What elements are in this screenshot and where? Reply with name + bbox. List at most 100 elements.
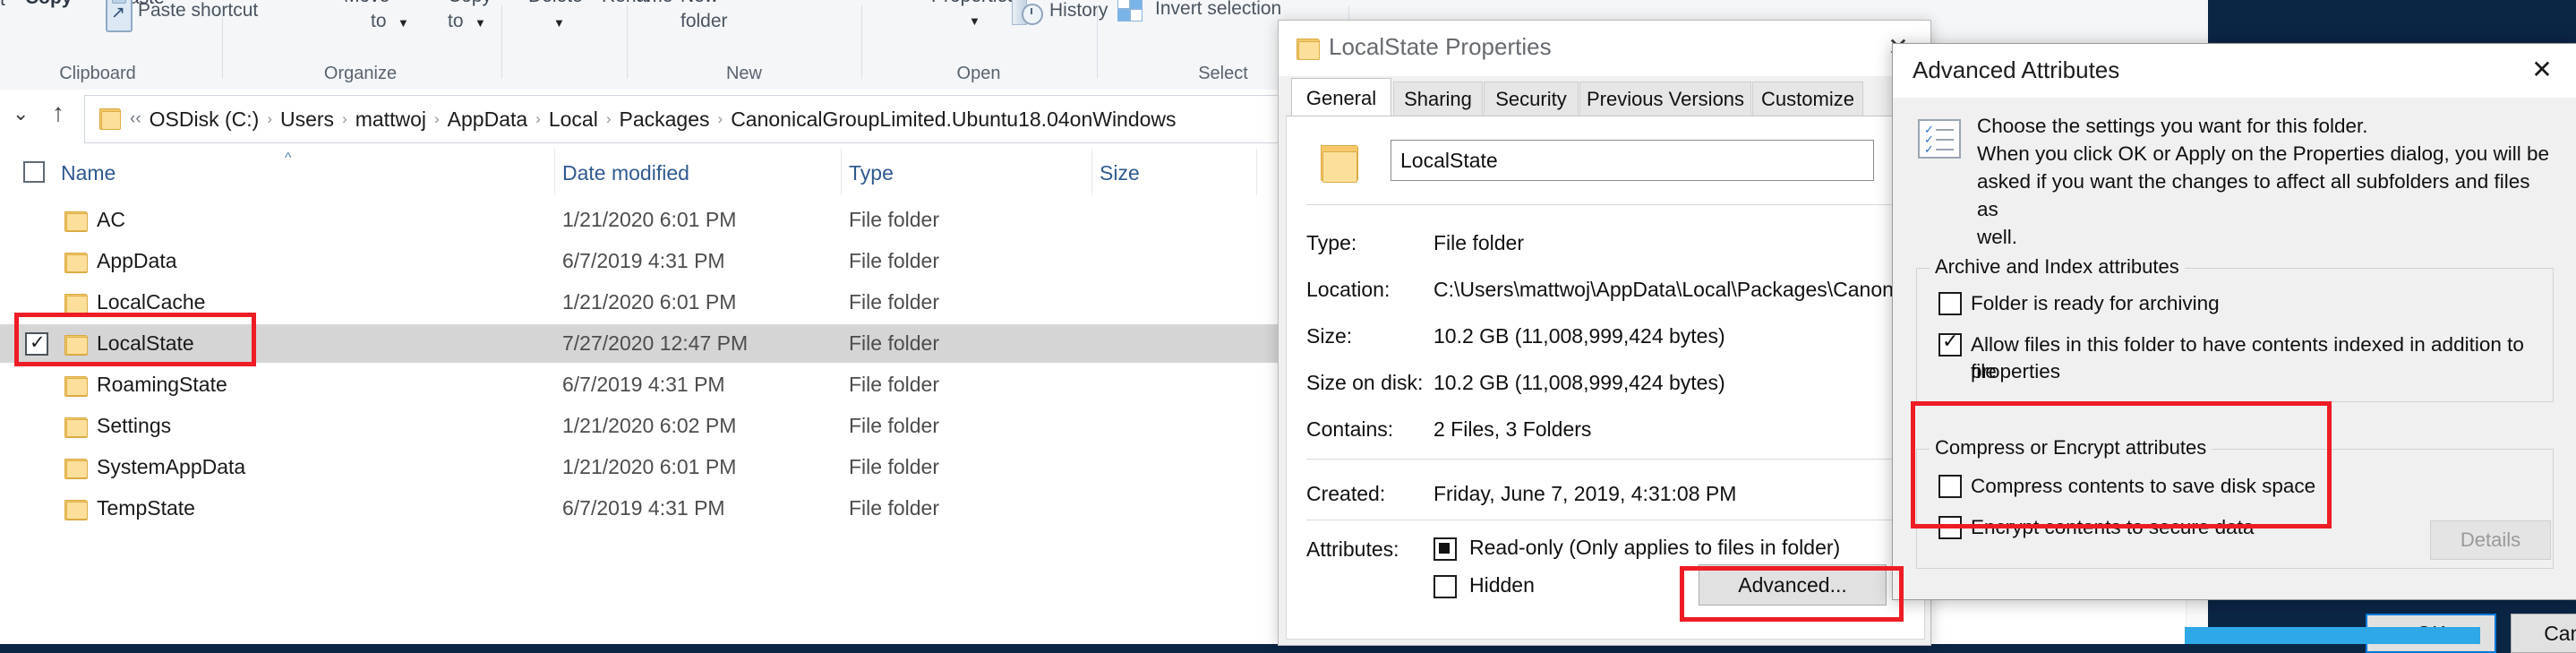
- breadcrumb-sep-1[interactable]: ›: [342, 110, 347, 128]
- folder-icon: [64, 374, 89, 397]
- delete-chevron-down-icon[interactable]: ▼: [553, 16, 565, 30]
- archive-checkbox-label: Folder is ready for archiving: [1971, 292, 2220, 314]
- new-folder-button-line2[interactable]: folder: [680, 11, 728, 32]
- compress-checkbox-label: Compress contents to save disk space: [1971, 475, 2316, 497]
- breadcrumb-item-3[interactable]: AppData: [448, 107, 528, 132]
- breadcrumb-item-5[interactable]: Packages: [620, 107, 710, 132]
- column-header-name[interactable]: Name: [0, 149, 555, 195]
- attributes-label: Attributes:: [1306, 537, 1399, 561]
- hidden-checkbox[interactable]: [1433, 575, 1457, 598]
- property-value-contains: 2 Files, 3 Folders: [1433, 417, 1592, 441]
- tab-security[interactable]: Security: [1484, 82, 1579, 117]
- cut-button[interactable]: t: [0, 0, 5, 11]
- properties-dialog-title: LocalState Properties: [1329, 33, 1552, 60]
- file-name: TempState: [97, 496, 195, 520]
- file-date-modified: 6/7/2019 4:31 PM: [562, 373, 725, 396]
- tab-previous-versions[interactable]: Previous Versions: [1579, 82, 1751, 117]
- advanced-button[interactable]: Advanced...: [1699, 564, 1887, 606]
- file-name: AC: [97, 208, 125, 231]
- file-date-modified: 1/21/2020 6:01 PM: [562, 208, 737, 231]
- breadcrumb-sep-0[interactable]: ›: [267, 110, 272, 128]
- archive-index-group-title: Archive and Index attributes: [1930, 255, 2185, 279]
- paste-shortcut-icon: [106, 0, 133, 32]
- column-header-date[interactable]: Date modified: [555, 149, 842, 195]
- property-value-size: 10.2 GB (11,008,999,424 bytes): [1433, 324, 1725, 348]
- file-date-modified: 6/7/2019 4:31 PM: [562, 496, 725, 520]
- history-icon[interactable]: [1012, 0, 1043, 25]
- advanced-description-line4: well.: [1977, 226, 2018, 248]
- breadcrumb-sep-4[interactable]: ›: [606, 110, 612, 128]
- property-row-type: Type: File folder: [1306, 231, 1899, 258]
- file-date-modified: 7/27/2020 12:47 PM: [562, 331, 749, 355]
- move-to-chevron-down-icon[interactable]: ▼: [398, 16, 409, 30]
- breadcrumb-sep-2[interactable]: ›: [434, 110, 440, 128]
- properties-general-panel: LocalState Type: File folder Location: C…: [1286, 116, 1925, 640]
- property-value-created: Friday, June 7, 2019, 4:31:08 PM: [1433, 482, 1737, 505]
- file-type: File folder: [849, 290, 939, 314]
- tab-security-label: Security: [1495, 88, 1567, 110]
- breadcrumb-overflow-icon[interactable]: ‹‹: [130, 109, 141, 129]
- breadcrumb-item-2[interactable]: mattwoj: [355, 107, 426, 132]
- tab-general[interactable]: General: [1291, 78, 1391, 119]
- file-type: File folder: [849, 496, 939, 520]
- up-one-level-icon[interactable]: ↑: [52, 99, 64, 127]
- copy-to-chevron-down-icon[interactable]: ▼: [475, 16, 486, 30]
- new-item-button[interactable]: N: [638, 0, 651, 7]
- breadcrumb-sep-3[interactable]: ›: [535, 110, 541, 128]
- index-checkbox[interactable]: [1938, 330, 1962, 357]
- property-value-location: C:\Users\mattwoj\AppData\Local\Packages\…: [1433, 278, 1899, 301]
- file-type: File folder: [849, 455, 939, 478]
- tab-sharing-label: Sharing: [1404, 88, 1472, 110]
- column-header-name-label: Name: [61, 161, 116, 185]
- copy-to-button-line2[interactable]: to: [448, 11, 464, 32]
- move-to-button-line1[interactable]: Move: [344, 0, 389, 7]
- delete-button[interactable]: Delete: [528, 0, 583, 7]
- close-icon[interactable]: ✕: [2518, 51, 2566, 89]
- folder-name-field[interactable]: LocalState: [1391, 140, 1874, 181]
- column-header-type-label: Type: [849, 161, 894, 185]
- readonly-checkbox[interactable]: [1433, 537, 1457, 561]
- column-header-type[interactable]: Type: [842, 149, 1092, 195]
- file-type: File folder: [849, 414, 939, 437]
- encrypt-checkbox[interactable]: [1938, 516, 1962, 539]
- details-button[interactable]: Details: [2430, 520, 2551, 560]
- compress-encrypt-group-title: Compress or Encrypt attributes: [1930, 436, 2212, 460]
- breadcrumb-sep-5[interactable]: ›: [718, 110, 723, 128]
- property-value-size-on-disk: 10.2 GB (11,008,999,424 bytes): [1433, 371, 1725, 394]
- breadcrumb-item-0[interactable]: OSDisk (C:): [150, 107, 260, 132]
- folder-icon: [1297, 37, 1321, 61]
- properties-button[interactable]: Properties: [931, 0, 1017, 7]
- advanced-description-line3: asked if you want the changes to affect …: [1977, 170, 2530, 220]
- ribbon-group-label-open: Open: [956, 64, 1001, 83]
- cancel-button[interactable]: Cancel: [2511, 614, 2576, 653]
- move-to-button-line2[interactable]: to: [371, 11, 387, 32]
- new-folder-button-line1[interactable]: New: [680, 0, 718, 7]
- file-name: LocalState: [97, 331, 194, 355]
- compress-checkbox[interactable]: [1938, 475, 1962, 498]
- property-label-location: Location:: [1306, 278, 1391, 301]
- folder-icon: [64, 251, 89, 273]
- properties-chevron-down-icon[interactable]: ▼: [969, 14, 980, 28]
- breadcrumb-item-4[interactable]: Local: [549, 107, 598, 132]
- file-type: File folder: [849, 373, 939, 396]
- breadcrumb-item-1[interactable]: Users: [280, 107, 334, 132]
- copy-button[interactable]: Copy: [25, 0, 73, 9]
- breadcrumb-item-6[interactable]: CanonicalGroupLimited.Ubuntu18.04onWindo…: [731, 107, 1176, 132]
- tab-customize[interactable]: Customize: [1752, 82, 1863, 117]
- taskbar-sliver: [2185, 627, 2480, 644]
- folder-name-row: LocalState: [1305, 136, 1904, 192]
- invert-selection-button[interactable]: Invert selection: [1155, 0, 1281, 20]
- archive-checkbox[interactable]: [1938, 292, 1962, 315]
- copy-to-button-line1[interactable]: Copy: [448, 0, 492, 7]
- property-row-created: Created: Friday, June 7, 2019, 4:31:08 P…: [1306, 482, 1899, 509]
- tab-sharing[interactable]: Sharing: [1393, 82, 1483, 117]
- property-row-location: Location: C:\Users\mattwoj\AppData\Local…: [1306, 278, 1899, 305]
- row-checkbox-checked[interactable]: [25, 331, 48, 356]
- column-header-size[interactable]: Size: [1092, 149, 1257, 195]
- folder-icon: [1321, 143, 1358, 183]
- file-name: Settings: [97, 414, 172, 437]
- recent-locations-chevron-down-icon[interactable]: ⌄: [13, 102, 29, 125]
- ribbon-group-label-new: New: [725, 64, 762, 83]
- invert-selection-icon[interactable]: [1117, 0, 1144, 23]
- tab-general-label: General: [1305, 87, 1377, 109]
